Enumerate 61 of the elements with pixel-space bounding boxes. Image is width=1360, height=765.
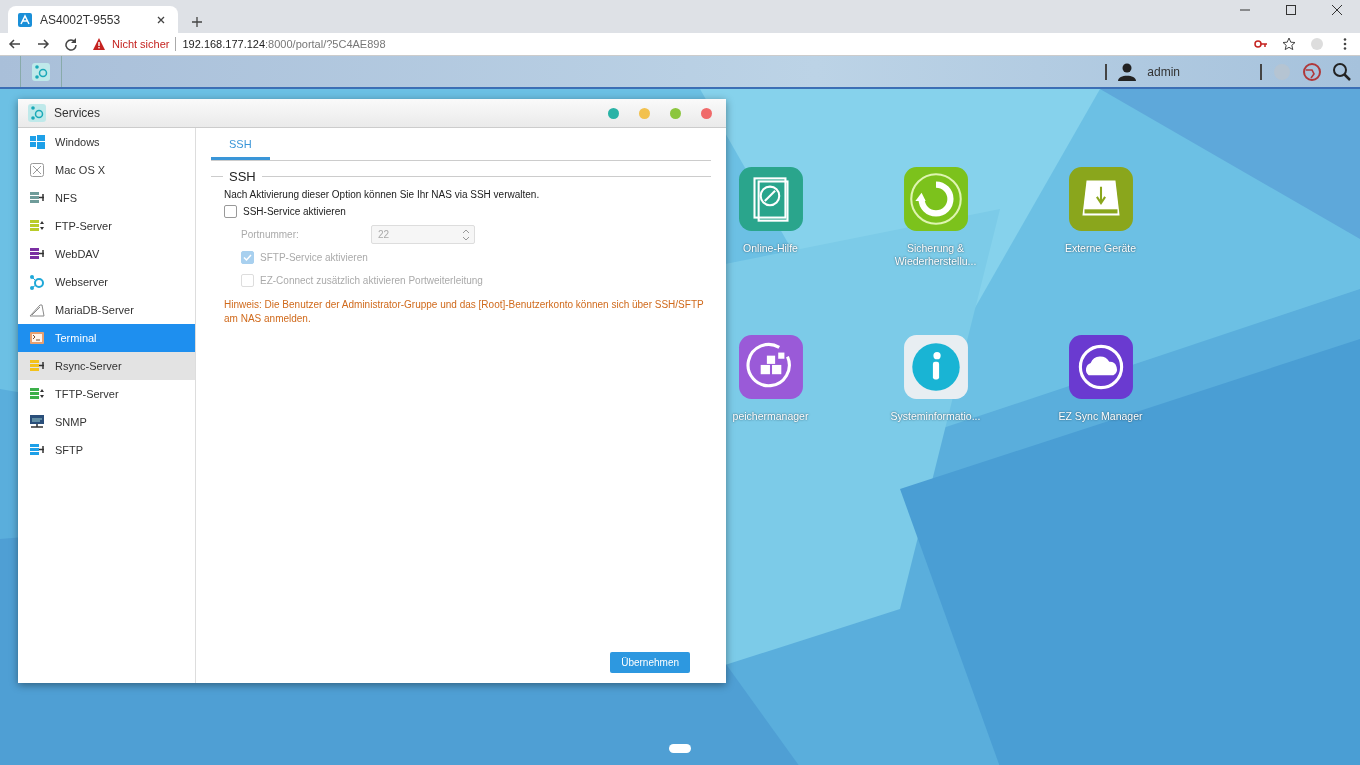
window-control[interactable] [701,107,712,119]
warning-icon [92,37,106,51]
sidebar-item[interactable]: MariaDB-Server [18,296,195,324]
search-icon[interactable] [1332,61,1352,82]
service-icon [29,330,45,346]
service-icon [29,162,45,178]
sidebar-item[interactable]: Mac OS X [18,156,195,184]
section-title: SSH [229,169,256,184]
key-icon[interactable] [1254,37,1268,51]
service-icon [29,302,45,318]
new-tab-icon[interactable] [190,15,204,29]
user-name[interactable]: admin [1147,64,1180,79]
services-logo-icon [28,104,46,122]
check-icon [243,253,252,262]
forward-icon[interactable] [36,37,50,51]
checkbox-label: SSH-Service aktivieren [243,206,346,217]
sidebar-item[interactable]: FTP-Server [18,212,195,240]
divider [211,176,223,177]
app-icon[interactable] [737,334,804,400]
sidebar-item[interactable]: SNMP [18,408,195,436]
browser-tab[interactable]: AS4002T-9553 [8,6,178,33]
service-icon [29,442,45,458]
star-icon[interactable] [1282,37,1296,51]
app-icon[interactable] [737,166,804,232]
service-icon [29,358,45,374]
sidebar-item[interactable]: NFS [18,184,195,212]
sidebar-item[interactable]: Windows [18,128,195,156]
service-icon [29,134,45,150]
window-control[interactable] [608,107,619,119]
sidebar-item[interactable]: Webserver [18,268,195,296]
reload-icon[interactable] [64,37,78,51]
service-icon [29,218,45,234]
service-icon [29,386,45,402]
sidebar-item[interactable]: Rsync-Server [18,352,195,380]
url-text[interactable]: 192.168.177.124:8000/portal/?5C4AE898 [182,38,386,50]
user-icon[interactable] [1117,61,1138,82]
window-control[interactable] [670,107,681,119]
app-icon[interactable] [1067,166,1134,232]
note-text: Hinweis: Die Benutzer der Administrator-Gruppe und das [Root]-Benutzerkonto können sich über SSH/SFTP am NAS anmelden. [224,298,705,326]
services-logo-icon [32,62,50,81]
window-title: Services [54,106,101,120]
sidebar-item[interactable]: WebDAV [18,240,195,268]
security-label: Nicht sicher [112,38,170,50]
description-text: Nach Aktivierung dieser Option können Sie Ihr NAS via SSH verwalten. [224,189,541,200]
app-icon[interactable] [1067,334,1134,400]
back-icon[interactable] [8,37,22,51]
apps-button[interactable] [20,56,62,87]
nas-logo-icon [18,12,32,27]
service-icon [29,414,45,430]
checkbox-label: EZ-Connect zusätzlich aktivieren Portweiterleitung [260,275,483,286]
sidebar-item[interactable]: TFTP-Server [18,380,195,408]
window-control[interactable] [639,107,650,119]
service-icon [29,246,45,262]
sidebar-item[interactable]: SFTP [18,436,195,464]
checkbox[interactable] [224,205,237,218]
service-icon [29,190,45,206]
field-label: Portnummer: [241,229,300,240]
checkbox-label: SFTP-Service aktivieren [260,252,368,263]
dock-handle[interactable] [669,744,691,753]
service-icon [29,274,45,290]
globe-icon[interactable] [1302,61,1322,82]
